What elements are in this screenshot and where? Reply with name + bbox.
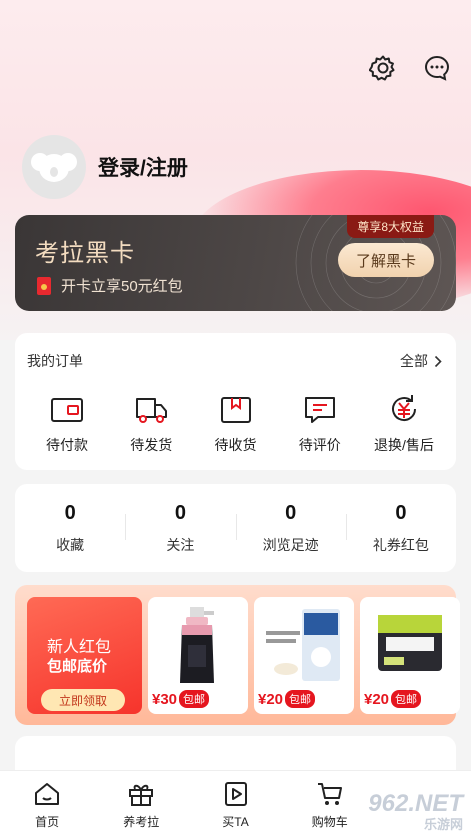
watermark-main: 962.NET bbox=[368, 790, 463, 817]
stat-label: 关注 bbox=[166, 536, 195, 553]
learn-black-card-button[interactable]: 了解黑卡 bbox=[338, 243, 434, 277]
promo-product[interactable]: ¥30 包邮 bbox=[148, 597, 248, 714]
stat-value: 0 bbox=[64, 501, 76, 524]
toothpaste-image bbox=[180, 607, 214, 683]
chat-icon[interactable] bbox=[421, 52, 453, 84]
play-icon bbox=[224, 782, 247, 806]
all-orders-label: 全部 bbox=[400, 353, 428, 369]
login-label[interactable]: 登录/注册 bbox=[98, 152, 188, 182]
orders-title: 我的订单 bbox=[27, 353, 83, 369]
card-title: 考拉黑卡 bbox=[35, 240, 135, 267]
promo-line2: 包邮底价 bbox=[47, 658, 108, 675]
site-watermark: 962.NET 乐游网 bbox=[368, 790, 463, 833]
stat-favorites[interactable]: 0 收藏 bbox=[15, 502, 125, 555]
refund-icon bbox=[392, 395, 417, 422]
stat-value: 0 bbox=[395, 501, 407, 524]
new-user-promo: 新人红包 包邮底价 立即领取 ¥30 包邮 ¥20 包邮 ¥20 包邮 bbox=[15, 585, 460, 725]
header-actions bbox=[367, 52, 453, 84]
free-shipping-tag: 包邮 bbox=[285, 690, 316, 708]
tab-label: 购物车 bbox=[311, 815, 348, 829]
stat-following[interactable]: 0 关注 bbox=[125, 502, 235, 555]
order-pending-payment[interactable]: 待付款 bbox=[27, 395, 107, 455]
tab-buy-ta[interactable]: 买TA bbox=[188, 771, 282, 837]
comment-icon bbox=[304, 397, 335, 423]
stat-history[interactable]: 0 浏览足迹 bbox=[235, 501, 346, 555]
chevron-right-icon bbox=[434, 355, 442, 367]
order-label: 退换/售后 bbox=[374, 437, 434, 453]
free-shipping-tag: 包邮 bbox=[391, 690, 422, 708]
promo-line1: 新人红包 bbox=[47, 639, 112, 656]
order-after-sales[interactable]: 退换/售后 bbox=[364, 395, 444, 455]
stat-value: 0 bbox=[285, 501, 297, 524]
order-pending-review[interactable]: 待评价 bbox=[280, 395, 360, 455]
claim-now-button[interactable]: 立即领取 bbox=[41, 689, 125, 711]
red-envelope-icon bbox=[37, 276, 51, 295]
stat-label: 浏览足迹 bbox=[262, 536, 319, 553]
card-subtitle-row: 开卡立享50元红包 bbox=[37, 275, 183, 296]
wallet-icon bbox=[51, 398, 83, 422]
stat-label: 礼券红包 bbox=[372, 536, 429, 553]
order-label: 待收货 bbox=[214, 437, 257, 453]
free-shipping-tag: 包邮 bbox=[179, 690, 210, 708]
package-icon bbox=[220, 397, 251, 423]
login-row[interactable]: 登录/注册 bbox=[22, 135, 188, 199]
stat-value: 0 bbox=[174, 501, 186, 524]
stats-panel: 0 收藏 0 关注 0 浏览足迹 0 礼券红包 bbox=[15, 484, 456, 572]
order-label: 待评价 bbox=[298, 437, 341, 453]
order-pending-receipt[interactable]: 待收货 bbox=[196, 395, 276, 455]
product-price: ¥20 bbox=[364, 690, 390, 708]
sanitary-pad-image bbox=[378, 615, 442, 671]
gear-icon[interactable] bbox=[367, 52, 399, 84]
truck-icon bbox=[136, 398, 168, 423]
benefits-badge: 尊享8大权益 bbox=[347, 215, 434, 238]
order-label: 待付款 bbox=[46, 437, 88, 453]
promo-coupon-card[interactable]: 新人红包 包邮底价 立即领取 bbox=[27, 597, 142, 714]
product-price: ¥20 bbox=[258, 690, 284, 708]
stat-coupons[interactable]: 0 礼券红包 bbox=[345, 501, 456, 555]
home-icon bbox=[35, 783, 60, 805]
black-card-banner[interactable]: 考拉黑卡 开卡立享50元红包 尊享8大权益 了解黑卡 bbox=[15, 215, 456, 311]
tab-home[interactable]: 首页 bbox=[0, 771, 94, 837]
baby-cereal-image bbox=[266, 609, 340, 681]
tab-label: 首页 bbox=[35, 815, 60, 829]
gift-icon bbox=[129, 784, 154, 806]
promo-product[interactable]: ¥20 包邮 bbox=[360, 597, 460, 714]
order-pending-shipment[interactable]: 待发货 bbox=[111, 395, 191, 455]
all-orders-link[interactable]: 全部 bbox=[400, 351, 442, 371]
orders-panel: 我的订单 全部 待付款 待发货 待收货 待评价 退换/售后 bbox=[15, 333, 456, 470]
stat-label: 收藏 bbox=[56, 536, 85, 553]
promo-product[interactable]: ¥20 包邮 bbox=[254, 597, 354, 714]
card-subtitle: 开卡立享50元红包 bbox=[61, 278, 183, 295]
tab-label: 养考拉 bbox=[123, 815, 160, 829]
order-label: 待发货 bbox=[130, 437, 173, 453]
tab-label: 买TA bbox=[222, 815, 249, 829]
koala-icon bbox=[31, 153, 77, 182]
tab-raise-koala[interactable]: 养考拉 bbox=[94, 771, 188, 837]
tab-cart[interactable]: 购物车 bbox=[283, 771, 377, 837]
cart-icon bbox=[317, 783, 342, 805]
avatar[interactable] bbox=[22, 135, 86, 199]
product-price: ¥30 bbox=[152, 690, 178, 708]
